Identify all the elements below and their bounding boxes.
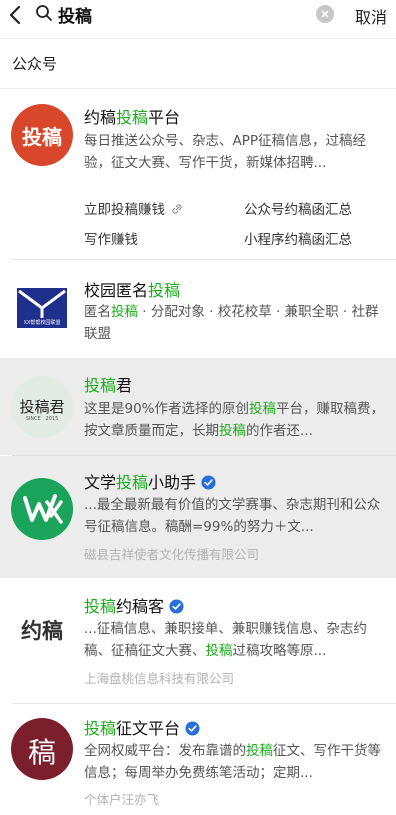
card-description: 每日推送公众号、杂志、APP征稿信息，过稿经验，征文大赛、写作干货，新媒体招聘.… [84,130,386,174]
verified-badge-icon [201,475,216,490]
card-owner: 磁县吉祥使者文化传播有限公司 [84,544,259,563]
card-title: 约稿投稿平台 [84,104,180,128]
avatar-text: 稿 [11,731,73,771]
avatar: 投稿 [11,104,73,166]
card-title: 文学投稿小助手 [84,469,216,493]
card-description: 全网权威平台：发布靠谱的投稿征文、写作干货等信息；每周举办免费练笔活动；定期..… [84,740,386,784]
avatar-sub-text: SINCE 2015 [11,416,73,422]
search-bar: 取消 [0,0,396,30]
card-owner: 上海盘桃信息科技有限公司 [84,668,234,687]
card-title: 投稿君 [84,372,132,396]
avatar-text: 约稿 [11,615,73,645]
card-description: ...最全最新最有价值的文学赛事、杂志期刊和公众号征稿信息。稿酬=99%的努力＋… [84,494,386,538]
section-title: 公众号 [12,53,57,74]
search-input[interactable] [58,2,308,26]
card-title: 校园匿名投稿 [84,277,180,301]
avatar [11,478,73,540]
wx-logo-icon [11,478,73,540]
result-card-6[interactable]: 稿 投稿征文平台 全网权威平台：发布靠谱的投稿征文、写作干货等信息；每周举办免费… [0,704,396,815]
card-owner: 个体户汪亦飞 [84,789,159,808]
avatar: 约稿 [11,598,73,660]
verified-badge-icon [169,599,184,614]
back-arrow-icon[interactable] [5,4,27,26]
divider [0,38,396,39]
menu-link-miniprogram[interactable]: 小程序约稿函汇总 [244,228,352,248]
result-card-2[interactable]: XX帮帮校园联盟 校园匿名投稿 匿名投稿 · 分配对象 · 校花校草 · 兼职全… [0,260,396,356]
result-card-1[interactable]: 投稿 约稿投稿平台 每日推送公众号、杂志、APP征稿信息，过稿经验，征文大赛、写… [0,89,396,256]
avatar-text: 投稿 [11,121,73,150]
avatar: 投稿君 SINCE 2015 [11,376,73,438]
link-icon [171,203,183,215]
search-icon [35,4,53,22]
card-description: ...征稿信息、兼职接单、兼职赚钱信息、杂志约稿、征稿征文大赛、投稿过稿攻略等原… [84,618,386,662]
avatar: 稿 [11,718,73,780]
card-description: 匿名投稿 · 分配对象 · 校花校草 · 兼职全职 · 社群联盟 [84,301,386,345]
result-card-3[interactable]: 投稿君 SINCE 2015 投稿君 这里是90%作者选择的原创投稿平台，赚取稿… [0,358,396,455]
menu-link-collection[interactable]: 公众号约稿函汇总 [244,198,352,218]
card-description: 这里是90%作者选择的原创投稿平台，赚取稿费，按文章质量而定，长期投稿的作者还.… [84,398,386,442]
result-card-5[interactable]: 约稿 投稿约稿客 ...征稿信息、兼职接单、兼职赚钱信息、杂志约稿、征稿征文大赛… [0,580,396,702]
card-title: 投稿征文平台 [84,715,200,739]
card-title: 投稿约稿客 [84,593,184,617]
menu-link-earn[interactable]: 写作赚钱 [84,228,138,248]
avatar-text: 投稿君 [11,396,73,417]
verified-badge-icon [185,721,200,736]
avatar: XX帮帮校园联盟 [17,288,67,328]
menu-link-invest[interactable]: 立即投稿赚钱 [84,198,183,218]
result-card-4[interactable]: 文学投稿小助手 ...最全最新最有价值的文学赛事、杂志期刊和公众号征稿信息。稿酬… [0,456,396,578]
cancel-button[interactable]: 取消 [355,4,387,28]
close-icon [316,5,334,23]
avatar-badge-text: XX帮帮校园联盟 [17,319,67,326]
clear-search-button[interactable] [316,5,334,23]
